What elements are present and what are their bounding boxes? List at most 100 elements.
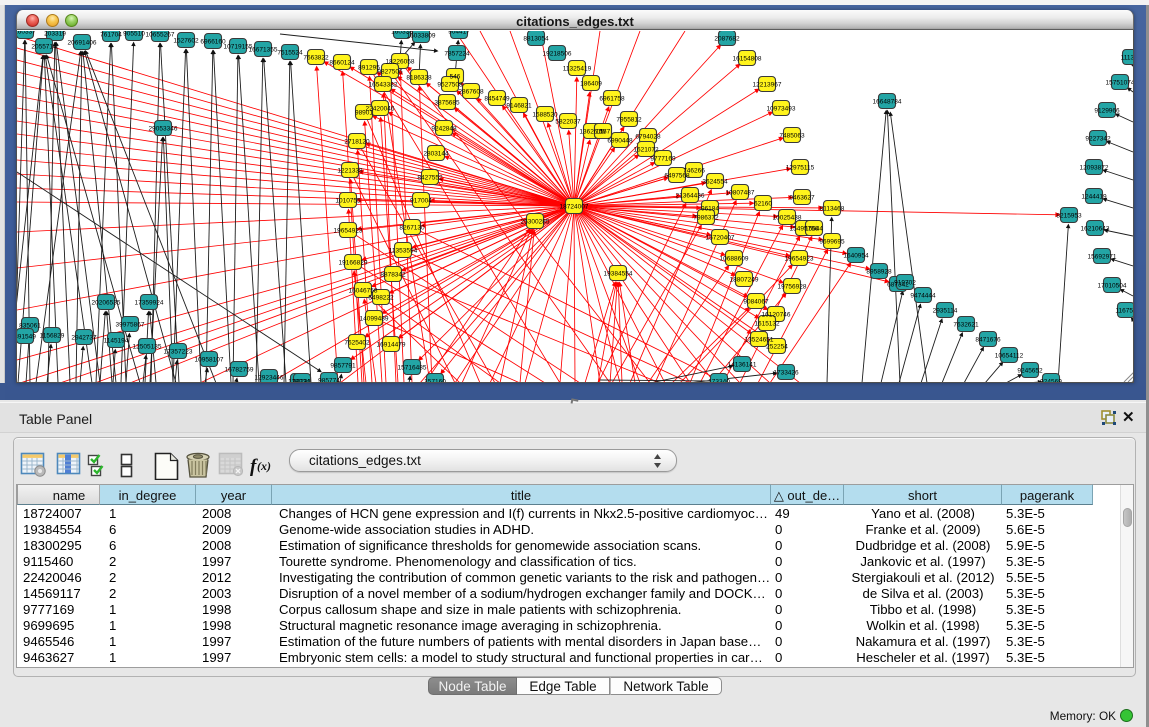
svg-text:8660124: 8660124	[329, 60, 355, 67]
svg-text:16543382: 16543382	[369, 82, 398, 89]
svg-text:1615132: 1615132	[754, 321, 780, 328]
svg-text:10654112: 10654112	[995, 353, 1024, 360]
svg-text:19654923: 19654923	[785, 256, 814, 263]
svg-text:7485063: 7485063	[779, 133, 805, 140]
svg-text:30231: 30231	[293, 379, 311, 383]
svg-text:9777169: 9777169	[650, 156, 676, 163]
svg-text:11325419: 11325419	[563, 66, 592, 73]
svg-text:10973493: 10973493	[767, 106, 796, 113]
svg-text:2942737: 2942737	[71, 335, 97, 342]
svg-text:9245652: 9245652	[1017, 368, 1043, 375]
svg-text:7663822: 7663822	[303, 55, 329, 62]
svg-text:9699695: 9699695	[819, 239, 845, 246]
svg-text:19756928: 19756928	[778, 284, 807, 291]
svg-text:7632621: 7632621	[953, 322, 979, 329]
svg-text:7515524: 7515524	[277, 50, 303, 57]
svg-text:15692971: 15692971	[1088, 254, 1117, 261]
svg-text:10958107: 10958107	[195, 357, 224, 364]
svg-text:3875685: 3875685	[434, 100, 460, 107]
svg-text:3624554: 3624554	[702, 179, 728, 186]
svg-text:116753: 116753	[1115, 308, 1133, 315]
svg-text:1244419: 1244419	[1081, 194, 1107, 201]
svg-text:19384554: 19384554	[604, 271, 633, 278]
svg-text:13524651: 13524651	[745, 337, 774, 344]
svg-text:12505135: 12505135	[133, 344, 162, 351]
svg-text:5822037: 5822037	[555, 119, 581, 126]
svg-text:98901: 98901	[355, 110, 373, 117]
svg-text:917004: 917004	[410, 198, 432, 205]
svg-text:9827506: 9827506	[377, 69, 403, 76]
svg-text:157160: 157160	[424, 379, 446, 383]
svg-text:9463627: 9463627	[789, 195, 815, 202]
svg-text:14099489: 14099489	[360, 316, 389, 323]
svg-text:15644: 15644	[805, 226, 823, 233]
svg-text:8813054: 8813054	[523, 36, 549, 43]
svg-text:10025438: 10025438	[773, 215, 802, 222]
svg-text:18226058: 18226058	[386, 59, 415, 66]
svg-text:7625402: 7625402	[344, 340, 370, 347]
svg-text:252254: 252254	[766, 344, 788, 351]
svg-text:10688609: 10688609	[720, 256, 749, 263]
svg-text:1145194: 1145194	[104, 338, 129, 345]
svg-text:15720407: 15720407	[706, 235, 735, 242]
svg-text:18724007: 18724007	[560, 204, 589, 211]
svg-text:8215953: 8215953	[1056, 213, 1082, 220]
svg-text:2055714: 2055714	[31, 44, 57, 51]
svg-text:12975115: 12975115	[786, 165, 815, 172]
svg-text:746266: 746266	[683, 168, 705, 175]
svg-text:7986372: 7986372	[693, 215, 719, 222]
svg-text:1156829: 1156829	[40, 333, 65, 340]
svg-text:17357223: 17357223	[164, 349, 193, 356]
svg-text:9474444: 9474444	[910, 293, 936, 300]
svg-text:6990448: 6990448	[607, 138, 633, 145]
svg-text:17010504: 17010504	[1098, 283, 1127, 290]
svg-text:6966160: 6966160	[200, 39, 226, 46]
svg-text:111354: 111354	[1121, 55, 1133, 62]
svg-text:12213967: 12213967	[753, 82, 782, 89]
svg-text:203319: 203319	[44, 31, 66, 38]
svg-text:12093872: 12093872	[1080, 165, 1109, 172]
svg-text:2935114: 2935114	[933, 308, 958, 315]
svg-text:8958928: 8958928	[866, 269, 892, 276]
svg-text:1640954: 1640954	[843, 253, 869, 260]
svg-text:1527602: 1527602	[173, 38, 199, 45]
svg-text:9857791: 9857791	[330, 363, 356, 370]
svg-text:1010755: 1010755	[335, 198, 361, 205]
svg-text:16210643: 16210643	[1081, 226, 1110, 233]
svg-text:2718120: 2718120	[344, 139, 370, 146]
svg-text:1221338: 1221338	[337, 168, 363, 175]
svg-text:96184: 96184	[701, 206, 719, 213]
svg-text:8267130: 8267130	[399, 225, 425, 232]
svg-text:10807487: 10807487	[726, 190, 755, 197]
svg-text:7955812: 7955812	[616, 117, 642, 124]
svg-text:16154808: 16154808	[733, 56, 762, 63]
svg-text:17359924: 17359924	[135, 300, 164, 307]
svg-text:8113468: 8113468	[820, 206, 845, 213]
svg-text:18807249: 18807249	[730, 277, 759, 284]
svg-text:835061: 835061	[19, 323, 41, 330]
svg-text:16782759: 16782759	[225, 367, 254, 374]
svg-text:14136141: 14136141	[728, 362, 757, 369]
svg-text:2803144: 2803144	[423, 151, 449, 158]
svg-text:11353594: 11353594	[389, 248, 418, 255]
svg-text:20691406: 20691406	[68, 40, 97, 47]
svg-text:9242848: 9242848	[431, 126, 457, 133]
svg-text:2867608: 2867608	[458, 89, 484, 96]
svg-text:1621072: 1621072	[633, 147, 659, 154]
svg-text:761704: 761704	[100, 32, 122, 39]
svg-text:1588520: 1588520	[532, 112, 558, 119]
svg-text:6794028: 6794028	[635, 134, 661, 141]
svg-text:160337: 160337	[17, 31, 36, 36]
svg-text:15716485: 15716485	[398, 365, 427, 372]
svg-text:8454749: 8454749	[484, 96, 510, 103]
svg-text:62160: 62160	[754, 201, 772, 208]
svg-text:(x): (x)	[257, 459, 271, 473]
svg-text:19166829: 19166829	[339, 260, 368, 267]
svg-text:29053346: 29053346	[149, 126, 178, 133]
svg-text:919702: 919702	[894, 280, 916, 287]
svg-text:905510: 905510	[123, 31, 145, 38]
svg-text:9527508: 9527508	[437, 82, 463, 89]
svg-text:16671355: 16671355	[249, 47, 278, 54]
svg-text:15: 15	[599, 129, 607, 136]
svg-text:391549: 391549	[17, 334, 36, 341]
